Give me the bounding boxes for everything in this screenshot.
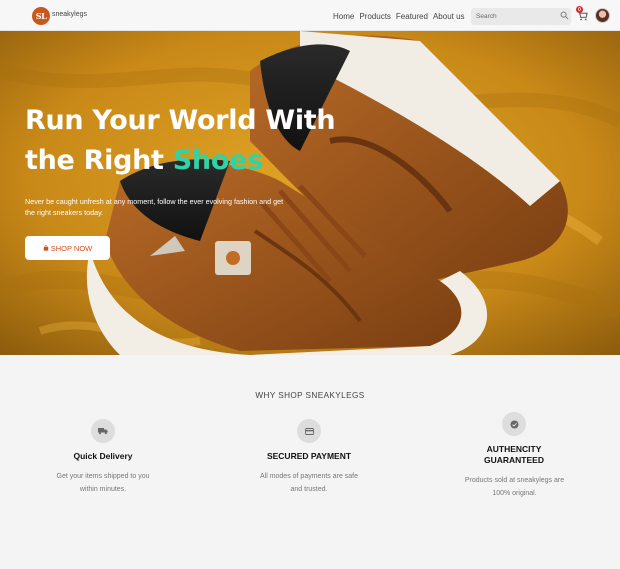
- credit-card-icon: [297, 419, 321, 443]
- nav-link-about[interactable]: About us: [433, 12, 465, 21]
- shop-now-label: SHOP NOW: [50, 243, 93, 253]
- hero-subtitle: Never be caught unfresh at any moment, f…: [25, 197, 284, 217]
- search-input[interactable]: [471, 8, 571, 25]
- hero-sneaker-image: [0, 31, 620, 355]
- feature-title: SECURED PAYMENT: [266, 451, 352, 461]
- hero-heading-line2-text: the Right: [25, 145, 173, 176]
- why-shop-heading: WHY SHOP SNEAKYLEGS: [255, 391, 365, 400]
- nav-link-home[interactable]: Home: [333, 12, 354, 21]
- shopping-bag-icon: [43, 245, 48, 251]
- hero-heading-line2: the Right Shoes: [25, 141, 335, 181]
- cart-count-badge: 0: [576, 6, 583, 13]
- feature-title: Quick Delivery: [73, 451, 133, 461]
- check-badge-icon: [502, 412, 526, 436]
- feature-secured-payment: SECURED PAYMENT All modes of payments ar…: [229, 419, 389, 496]
- hero-heading-accent: Shoes: [172, 145, 263, 176]
- feature-title: AUTHENCITY GUARANTEED: [484, 444, 544, 465]
- hero-banner: Run Your World With the Right Shoes Neve…: [0, 31, 620, 355]
- shop-now-button[interactable]: SHOP NOW: [25, 236, 110, 260]
- feature-quick-delivery: Quick Delivery Get your items shipped to…: [23, 419, 183, 496]
- hero-heading: Run Your World With the Right Shoes: [25, 101, 336, 181]
- nav-links: Home Products Featured About us: [333, 12, 465, 21]
- search-icon[interactable]: [560, 11, 569, 20]
- feature-description: Products sold at sneakylegs are 100% ori…: [464, 477, 565, 497]
- navbar: SL sneakylegs Home Products Featured Abo…: [0, 0, 620, 31]
- nav-link-featured[interactable]: Featured: [396, 12, 428, 21]
- brand-logo[interactable]: SL: [32, 7, 50, 25]
- feature-authenticity: AUTHENCITY GUARANTEED Products sold at s…: [434, 412, 594, 500]
- nav-link-products[interactable]: Products: [359, 12, 391, 21]
- brand-name[interactable]: sneakylegs: [52, 11, 87, 18]
- hero-heading-line1: Run Your World With: [25, 105, 336, 136]
- user-avatar[interactable]: [595, 8, 610, 23]
- feature-description: All modes of payments are safe and trust…: [259, 473, 359, 493]
- feature-description: Get your items shipped to you within min…: [56, 473, 150, 493]
- truck-icon: [91, 419, 115, 443]
